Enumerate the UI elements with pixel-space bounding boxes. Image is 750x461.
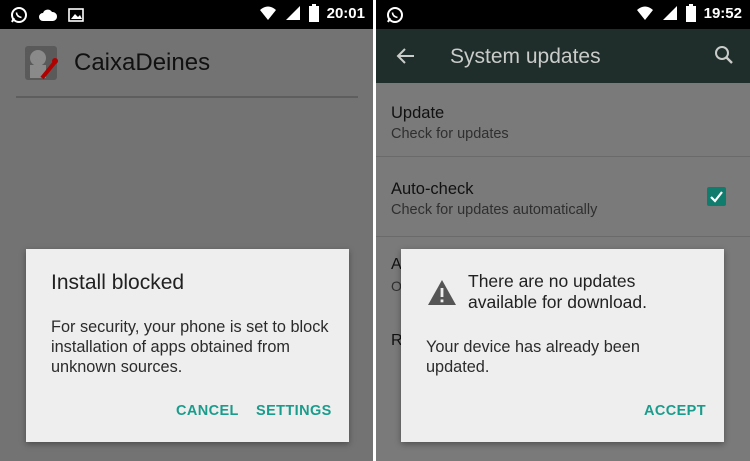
settings-divider <box>376 156 750 157</box>
accept-button[interactable]: ACCEPT <box>644 403 706 419</box>
battery-icon <box>308 4 319 22</box>
setting-title: Auto-check <box>391 180 474 198</box>
back-arrow-icon[interactable] <box>396 46 416 66</box>
app-title: CaixaDeines <box>74 49 211 76</box>
right-phone-screen: 19:52 System updates Update Check for up… <box>376 0 750 461</box>
warning-icon <box>427 279 457 306</box>
status-time: 20:01 <box>326 4 365 22</box>
dialog-message: For security, your phone is set to block… <box>51 318 329 376</box>
setting-subtitle: Check for updates <box>391 126 509 142</box>
setting-auto-check[interactable]: Auto-check Check for updates automatical… <box>391 180 597 218</box>
app-logo-icon <box>22 44 60 82</box>
dialog-title: There are no updates available for downl… <box>468 271 648 312</box>
toolbar-title: System updates <box>450 45 601 68</box>
wifi-icon <box>259 5 277 21</box>
battery-icon <box>685 4 696 22</box>
search-icon[interactable] <box>714 45 734 65</box>
cancel-button[interactable]: CANCEL <box>176 403 239 419</box>
header-divider <box>16 96 358 98</box>
status-bar: 19:52 <box>376 0 750 29</box>
setting-update[interactable]: Update Check for updates <box>391 104 509 142</box>
app-toolbar: System updates <box>376 29 750 83</box>
image-icon <box>68 7 84 23</box>
no-updates-dialog: There are no updates available for downl… <box>401 249 724 442</box>
dialog-message: Your device has already been updated. <box>426 338 640 376</box>
app-header: CaixaDeines <box>22 44 210 82</box>
settings-button[interactable]: SETTINGS <box>256 403 332 419</box>
install-blocked-dialog: Install blocked For security, your phone… <box>26 249 349 442</box>
auto-check-checkbox[interactable] <box>707 187 726 206</box>
whatsapp-icon <box>10 6 28 24</box>
setting-title: Update <box>391 104 445 122</box>
status-time: 19:52 <box>703 4 742 22</box>
status-bar: 20:01 <box>0 0 373 29</box>
left-phone-screen: 20:01 CaixaDeines Install blocked For se… <box>0 0 373 461</box>
dialog-title: Install blocked <box>51 271 185 294</box>
signal-icon <box>285 5 301 21</box>
signal-icon <box>662 5 678 21</box>
wifi-icon <box>636 5 654 21</box>
whatsapp-icon <box>386 6 404 24</box>
settings-divider <box>376 236 750 237</box>
checkmark-icon <box>710 191 723 203</box>
cloud-sync-icon <box>38 7 58 23</box>
setting-subtitle: Check for updates automatically <box>391 202 598 218</box>
